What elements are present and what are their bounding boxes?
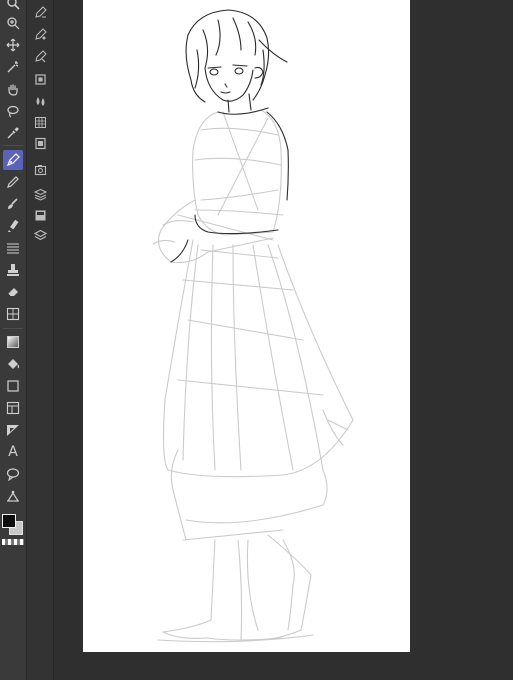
subtool-mapping-pen-icon[interactable] — [31, 25, 49, 43]
frame-icon[interactable] — [3, 398, 23, 418]
magic-wand-icon[interactable] — [3, 57, 23, 77]
stamp-icon[interactable] — [3, 260, 23, 280]
subtool-panel-icon[interactable] — [31, 206, 49, 224]
subtool-camera-icon[interactable] — [31, 160, 49, 178]
balloon-icon[interactable] — [3, 464, 23, 484]
canvas-area[interactable] — [54, 0, 513, 680]
pen-icon[interactable] — [3, 150, 23, 170]
text-icon[interactable]: A — [3, 442, 23, 462]
navigator-zoom-icon[interactable] — [3, 13, 23, 33]
ruler-icon[interactable] — [3, 420, 23, 440]
pencil-icon[interactable] — [3, 172, 23, 192]
transparent-color-swatch[interactable] — [2, 539, 24, 545]
tool-palette: A — [0, 0, 27, 680]
subtool-ink-drop-icon[interactable] — [31, 92, 49, 110]
canvas-sheet[interactable] — [83, 0, 410, 652]
gradient-icon[interactable] — [3, 332, 23, 352]
brush-icon[interactable] — [3, 194, 23, 214]
foreground-color-swatch[interactable] — [2, 514, 16, 528]
line-icon[interactable] — [3, 238, 23, 258]
move-icon[interactable] — [3, 35, 23, 55]
subtool-layers-icon[interactable] — [31, 226, 49, 244]
eraser-icon[interactable] — [3, 282, 23, 302]
subtool-stack-icon[interactable] — [31, 185, 49, 203]
subtool-palette — [27, 0, 54, 680]
zoom-icon[interactable] — [3, 0, 23, 13]
subtool-texture-icon[interactable] — [31, 113, 49, 131]
hand-icon[interactable] — [3, 79, 23, 99]
fill-bucket-icon[interactable] — [3, 354, 23, 374]
subtool-film-icon[interactable] — [31, 134, 49, 152]
sketch-drawing — [152, 9, 354, 643]
rectangle-shape-icon[interactable] — [3, 376, 23, 396]
eyedropper-icon[interactable] — [3, 123, 23, 143]
lasso-icon[interactable] — [3, 101, 23, 121]
subtool-gpen-icon[interactable] — [31, 3, 49, 21]
marker-icon[interactable] — [3, 216, 23, 236]
correct-line-icon[interactable] — [3, 486, 23, 506]
subtool-layer-icon[interactable] — [31, 70, 49, 88]
subtool-marker-pen-icon[interactable] — [31, 47, 49, 65]
transform-icon[interactable] — [3, 304, 23, 324]
